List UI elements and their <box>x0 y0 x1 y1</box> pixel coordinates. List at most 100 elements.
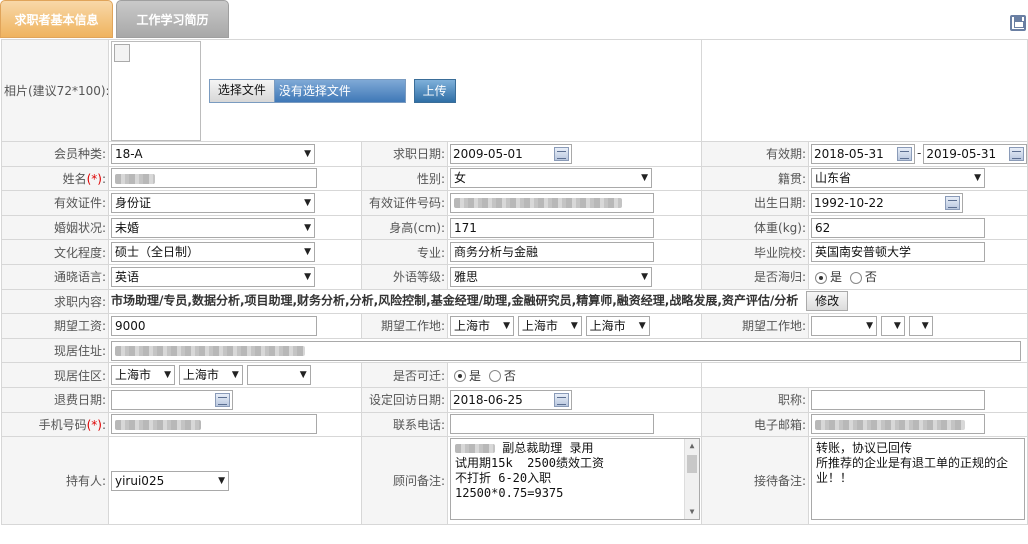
reception-note-textarea[interactable]: 转账，协议已回传 所推荐的企业是有退工单的正规的企业！！ <box>811 438 1025 521</box>
language-select[interactable]: 英语 <box>111 266 315 287</box>
origin-select[interactable]: 山东省 <box>811 168 985 189</box>
residence-district-select[interactable] <box>246 365 311 386</box>
blank-cell <box>701 362 1028 388</box>
origin-label: 籍贯: <box>701 165 809 192</box>
id-type-select[interactable]: 身份证 <box>111 192 315 213</box>
marital-select[interactable]: 未婚 <box>111 217 315 238</box>
birth-date-input[interactable]: 1992-10-22 <box>811 192 963 213</box>
valid-period-label: 有效期: <box>701 141 809 167</box>
tab-basic-info[interactable]: 求职者基本信息 <box>0 0 113 38</box>
email-label: 电子邮箱: <box>701 411 809 438</box>
height-label: 身高(cm): <box>361 214 448 241</box>
advisor-note-label: 顾问备注: <box>361 436 448 526</box>
name-label: 姓名(*): <box>1 165 109 192</box>
valid-to-value: 2019-05-31 <box>926 146 997 161</box>
apply-date-value: 2009-05-01 <box>453 146 523 161</box>
school-label: 毕业院校: <box>701 239 809 265</box>
height-input[interactable]: 171 <box>450 217 654 238</box>
address-input[interactable] <box>111 340 1021 361</box>
edit-job-button[interactable]: 修改 <box>806 291 849 312</box>
marital-label: 婚姻状况: <box>1 214 109 241</box>
returnee-no-radio[interactable] <box>849 271 862 284</box>
refund-date-label: 退费日期: <box>1 386 109 413</box>
file-picker[interactable]: 选择文件 没有选择文件 <box>208 78 406 103</box>
school-input[interactable]: 英国南安普顿大学 <box>811 242 985 263</box>
photo-placeholder <box>111 40 201 141</box>
reception-note-label: 接待备注: <box>701 436 809 526</box>
refund-date-input[interactable] <box>111 389 233 410</box>
tab-work-study-resume[interactable]: 工作学习简历 <box>116 0 229 38</box>
mobile-label: 手机号码(*): <box>1 411 109 438</box>
salary-label: 期望工资: <box>1 313 109 339</box>
calendar-icon[interactable] <box>554 146 569 161</box>
job-content-label: 求职内容: <box>1 288 109 315</box>
advisor-note-scrollbar[interactable]: ▲ ▼ <box>684 439 699 520</box>
work-place-label: 期望工作地: <box>361 313 448 339</box>
calendar-icon[interactable] <box>897 146 912 161</box>
photo-empty-cell <box>701 39 1028 142</box>
weight-input[interactable]: 62 <box>811 217 985 238</box>
member-type-select[interactable]: 18-A <box>111 143 315 164</box>
name-label-text: 姓名 <box>62 171 87 186</box>
residence-city-select[interactable]: 上海市 <box>178 365 243 386</box>
education-select[interactable]: 硕士（全日制） <box>111 242 315 263</box>
major-input[interactable]: 商务分析与金融 <box>450 242 654 263</box>
job-title-input[interactable] <box>811 389 985 410</box>
choose-file-button[interactable]: 选择文件 <box>209 80 275 102</box>
work-place-district-select[interactable]: 上海市 <box>585 315 650 336</box>
email-input[interactable] <box>811 414 985 435</box>
tab-bar: 求职者基本信息 工作学习简历 <box>0 0 1028 38</box>
residence-province-select[interactable]: 上海市 <box>111 365 175 386</box>
applicant-form: 相片(建议72*100): 选择文件没有选择文件 上传 会员种类: 18-A 求… <box>1 39 1028 526</box>
valid-from-input[interactable]: 2018-05-31 <box>811 143 915 164</box>
visit-date-input[interactable]: 2018-06-25 <box>450 389 572 410</box>
valid-from-value: 2018-05-31 <box>814 146 884 161</box>
upload-button[interactable]: 上传 <box>413 78 456 103</box>
calendar-icon[interactable] <box>554 392 569 407</box>
gender-select[interactable]: 女 <box>450 168 652 189</box>
education-label: 文化程度: <box>1 239 109 265</box>
returnee-label: 是否海归: <box>701 263 809 290</box>
work-place-city-select[interactable]: 上海市 <box>517 315 582 336</box>
advisor-note-textarea[interactable]: 副总裁助理 录用 试用期15k 2500绩效工资 不打折 6-20入职 1250… <box>450 438 700 521</box>
mobile-label-text: 手机号码 <box>38 417 87 432</box>
foreign-level-label: 外语等级: <box>361 263 448 290</box>
job-content-text: 市场助理/专员,数据分析,项目助理,财务分析,分析,风险控制,基金经理/助理,金… <box>111 293 799 308</box>
relocate-yes-radio[interactable] <box>454 370 466 383</box>
work-place2-district-select[interactable] <box>908 315 933 336</box>
phone-label: 联系电话: <box>361 411 448 438</box>
calendar-icon[interactable] <box>215 392 230 407</box>
work-place2-city-select[interactable] <box>880 315 905 336</box>
required-mark: (*) <box>86 171 102 186</box>
salary-input[interactable]: 9000 <box>111 315 317 336</box>
calendar-icon[interactable] <box>1009 146 1025 161</box>
calendar-icon[interactable] <box>945 195 960 210</box>
relocate-yes-label: 是 <box>469 368 482 383</box>
save-icon[interactable] <box>1010 15 1026 31</box>
relocate-no-radio[interactable] <box>488 370 501 383</box>
photo-label: 相片(建议72*100): <box>1 39 109 142</box>
birth-date-label: 出生日期: <box>701 190 809 216</box>
residence-area-label: 现居住区: <box>1 362 109 388</box>
job-title-label: 职称: <box>701 386 809 413</box>
id-number-input[interactable] <box>450 192 654 213</box>
returnee-yes-radio[interactable] <box>815 271 827 284</box>
file-status: 没有选择文件 <box>278 83 351 98</box>
visit-date-label: 设定回访日期: <box>361 386 448 413</box>
valid-to-input[interactable]: 2019-05-31 <box>923 143 1027 164</box>
visit-date-value: 2018-06-25 <box>453 392 523 407</box>
address-label: 现居住址: <box>1 337 109 364</box>
name-input[interactable] <box>111 168 317 189</box>
returnee-no-label: 否 <box>864 270 877 285</box>
holder-select[interactable]: yirui025 <box>111 470 229 491</box>
major-label: 专业: <box>361 239 448 265</box>
id-number-label: 有效证件号码: <box>361 190 448 216</box>
foreign-level-select[interactable]: 雅思 <box>450 266 652 287</box>
mobile-input[interactable] <box>111 414 317 435</box>
member-type-label: 会员种类: <box>1 141 109 167</box>
work-place2-province-select[interactable] <box>811 315 877 336</box>
work-place-province-select[interactable]: 上海市 <box>450 315 514 336</box>
id-type-label: 有效证件: <box>1 190 109 216</box>
phone-input[interactable] <box>450 414 654 435</box>
apply-date-input[interactable]: 2009-05-01 <box>450 143 572 164</box>
